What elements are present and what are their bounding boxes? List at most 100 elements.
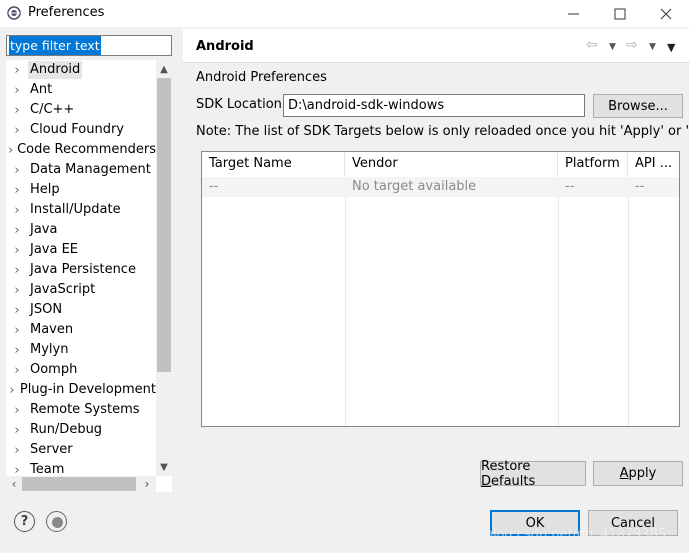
- scroll-up-icon[interactable]: ▲: [156, 62, 172, 76]
- tree-item[interactable]: › JSON: [6, 300, 158, 320]
- chevron-right-icon[interactable]: ›: [6, 363, 28, 378]
- forward-dropdown-icon[interactable]: ▼: [649, 42, 656, 52]
- column-header-vendor[interactable]: Vendor: [345, 152, 558, 176]
- forward-arrow-icon[interactable]: ⇨: [626, 37, 638, 53]
- tree-item[interactable]: › Help: [6, 180, 158, 200]
- scroll-down-icon[interactable]: ▼: [156, 460, 172, 474]
- chevron-right-icon[interactable]: ›: [6, 303, 28, 318]
- tree-item[interactable]: › Maven: [6, 320, 158, 340]
- chevron-right-icon[interactable]: ›: [6, 383, 18, 398]
- chevron-right-icon[interactable]: ›: [6, 223, 28, 238]
- tree-item[interactable]: › Java EE: [6, 240, 158, 260]
- chevron-right-icon[interactable]: ›: [6, 283, 28, 298]
- chevron-right-icon[interactable]: ›: [6, 183, 28, 198]
- close-button[interactable]: [643, 0, 689, 27]
- tree-item-label: Android: [28, 61, 83, 79]
- import-export-icon[interactable]: [46, 511, 67, 532]
- apply-label: Apply: [619, 466, 657, 481]
- tree-item[interactable]: › Data Management: [6, 160, 158, 180]
- eclipse-app-icon: [7, 6, 21, 20]
- tree-item-label: Run/Debug: [30, 422, 103, 437]
- chevron-right-icon[interactable]: ›: [6, 423, 28, 438]
- back-arrow-icon[interactable]: ⇦: [586, 37, 598, 53]
- tree-item-label: Server: [30, 442, 73, 457]
- chevron-right-icon[interactable]: ›: [6, 83, 28, 98]
- chevron-right-icon[interactable]: ›: [6, 343, 28, 358]
- help-icon[interactable]: ?: [14, 511, 35, 532]
- back-dropdown-icon[interactable]: ▼: [609, 42, 616, 52]
- tree-item[interactable]: › JavaScript: [6, 280, 158, 300]
- sdk-targets-table[interactable]: Target Name Vendor Platform API ... -- N…: [201, 151, 680, 427]
- chevron-right-icon[interactable]: ›: [6, 263, 28, 278]
- chevron-right-icon[interactable]: ›: [6, 163, 28, 178]
- chevron-right-icon[interactable]: ›: [6, 203, 28, 218]
- chevron-right-icon[interactable]: ›: [6, 443, 28, 458]
- chevron-right-icon[interactable]: ›: [6, 63, 28, 78]
- tree-item[interactable]: › Java Persistence: [6, 260, 158, 280]
- chevron-right-icon[interactable]: ›: [6, 103, 28, 118]
- tree-item-label: Data Management: [30, 162, 151, 177]
- tree-item-label: Code Recommenders: [17, 142, 156, 157]
- tree-vertical-scroll-thumb[interactable]: [157, 78, 171, 372]
- tree-item[interactable]: › Oomph: [6, 360, 158, 380]
- chevron-right-icon[interactable]: ›: [6, 123, 28, 138]
- tree-item-label: Plug-in Development: [19, 382, 156, 397]
- table-cell-platform: --: [565, 179, 575, 194]
- column-header-api[interactable]: API ...: [628, 152, 679, 176]
- close-icon: [660, 8, 672, 19]
- tree-item-label: Java Persistence: [30, 262, 136, 277]
- restore-defaults-label: Restore Defaults: [481, 458, 536, 489]
- tree-item[interactable]: › Android: [6, 60, 158, 80]
- tree-item[interactable]: › Install/Update: [6, 200, 158, 220]
- tree-item-label: Remote Systems: [30, 402, 140, 417]
- tree-item[interactable]: › Remote Systems: [6, 400, 158, 420]
- column-header-target-name[interactable]: Target Name: [202, 152, 345, 176]
- tree-item[interactable]: › C/C++: [6, 100, 158, 120]
- tree-item-label: Java EE: [30, 242, 79, 257]
- tree-item-label: Install/Update: [30, 202, 121, 217]
- scroll-left-icon[interactable]: ‹: [7, 477, 21, 491]
- tree-item[interactable]: › Mylyn: [6, 340, 158, 360]
- page-title: Android: [196, 39, 254, 54]
- tree-item[interactable]: › Plug-in Development: [6, 380, 158, 400]
- tree-item-label: Maven: [30, 322, 74, 337]
- tree-item-label: Oomph: [30, 362, 78, 377]
- dialog-footer: [0, 498, 689, 553]
- tree-item-label: JSON: [30, 302, 63, 317]
- tree-item[interactable]: › Ant: [6, 80, 158, 100]
- scroll-right-icon[interactable]: ›: [140, 477, 154, 491]
- browse-button[interactable]: Browse...: [593, 94, 683, 118]
- view-menu-icon[interactable]: ▼: [667, 41, 675, 54]
- preferences-label: Android Preferences: [196, 70, 327, 85]
- tree-item-label: Ant: [30, 82, 53, 97]
- tree-item[interactable]: › Code Recommenders: [6, 140, 158, 160]
- chevron-right-icon[interactable]: ›: [6, 323, 28, 338]
- column-divider: [628, 176, 629, 426]
- minimize-button[interactable]: [551, 0, 597, 27]
- tree-item-label: Mylyn: [30, 342, 69, 357]
- window-title: Preferences: [28, 5, 105, 20]
- column-divider: [558, 176, 559, 426]
- table-cell-target-name: --: [209, 179, 219, 194]
- filter-input[interactable]: type filter text: [6, 35, 172, 56]
- column-header-platform[interactable]: Platform: [558, 152, 628, 176]
- sdk-note: Note: The list of SDK Targets below is o…: [196, 124, 689, 139]
- tree-item[interactable]: › Cloud Foundry: [6, 120, 158, 140]
- maximize-button[interactable]: [597, 0, 643, 27]
- chevron-right-icon[interactable]: ›: [6, 403, 28, 418]
- filter-text: type filter text: [9, 36, 101, 55]
- chevron-right-icon[interactable]: ›: [6, 143, 15, 158]
- tree-item[interactable]: › Java: [6, 220, 158, 240]
- tree-item-label: C/C++: [30, 102, 75, 117]
- tree-item[interactable]: › Server: [6, 440, 158, 460]
- table-cell-api: --: [635, 179, 645, 194]
- table-cell-vendor: No target available: [352, 179, 477, 194]
- tree-item[interactable]: › Run/Debug: [6, 420, 158, 440]
- restore-defaults-button[interactable]: Restore Defaults: [480, 458, 586, 489]
- sdk-location-input[interactable]: D:\android-sdk-windows: [283, 94, 585, 117]
- chevron-right-icon[interactable]: ›: [6, 243, 28, 258]
- minimize-icon: [568, 13, 579, 14]
- tree-horizontal-scroll-thumb[interactable]: [22, 477, 136, 491]
- apply-button[interactable]: Apply: [593, 461, 683, 486]
- preference-tree[interactable]: › Android › Ant › C/C++ › Cloud Foundry › Code Re…: [6, 60, 172, 492]
